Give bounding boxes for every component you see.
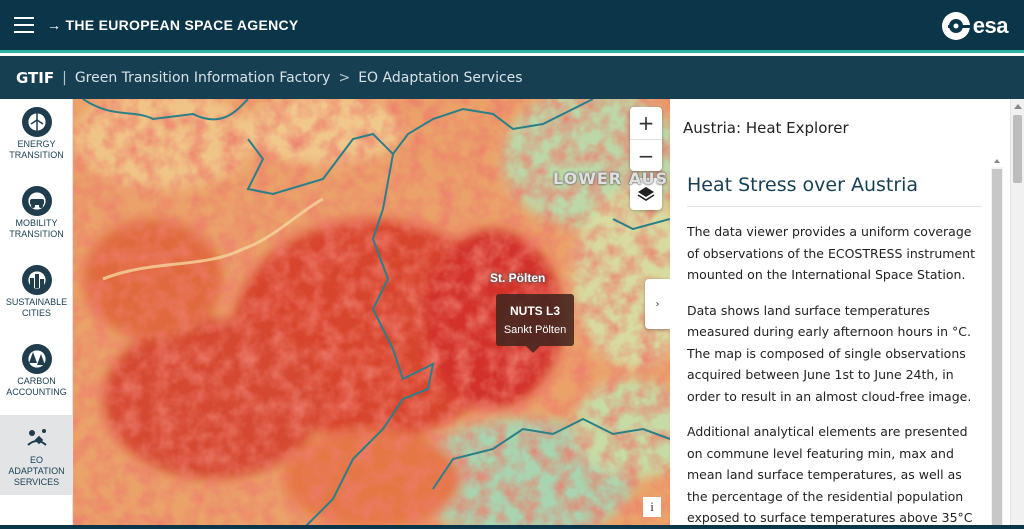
agency-link[interactable]: → THE EUROPEAN SPACE AGENCY [47, 17, 299, 33]
paragraph-1: The data viewer provides a uniform cover… [687, 224, 975, 282]
content-heading: Heat Stress over Austria [687, 174, 982, 207]
page-scrollbar[interactable] [1010, 99, 1024, 529]
heat-map-raster [73, 99, 670, 529]
tooltip-title: NUTS L3 [509, 304, 560, 318]
sidebar-item-label: CARBON ACCOUNTING [6, 376, 67, 397]
heat-map[interactable]: + − LOWER AUS St. Pölten NUTS L3 Sankt P… [73, 99, 670, 529]
sidebar-item-sustainable-cities[interactable]: SUSTAINABLE CITIES [0, 257, 73, 335]
scroll-up-icon[interactable] [994, 159, 1000, 163]
tooltip-value: Sankt Pölten [503, 324, 567, 336]
map-tooltip: NUTS L3 Sankt Pölten [496, 294, 574, 353]
paragraph-3: Additional analytical elements are prese… [687, 424, 973, 525]
hamburger-icon[interactable] [14, 17, 34, 33]
vehicles-icon [21, 186, 52, 216]
region-label: LOWER AUS [553, 169, 669, 188]
zoom-control: + − [630, 107, 662, 171]
city-icon [21, 265, 52, 295]
paragraph-2: Data shows land surface temperatures mea… [687, 302, 972, 404]
esa-logo[interactable]: esa [941, 10, 1009, 42]
breadcrumb-arrow: > [338, 69, 351, 86]
esa-logo-text: esa [972, 13, 1009, 38]
info-button[interactable]: i [643, 497, 661, 517]
scroll-thumb[interactable] [992, 169, 1002, 527]
place-label: St. Pölten [490, 271, 546, 285]
sidebar-item-energy-transition[interactable]: ENERGY TRANSITION [0, 99, 73, 177]
panel-title: Austria: Heat Explorer [683, 119, 849, 137]
breadcrumb: GTIF | Green Transition Information Fact… [0, 56, 1024, 99]
top-bar: → THE EUROPEAN SPACE AGENCY esa [0, 0, 1024, 53]
sidebar-item-label: SUSTAINABLE CITIES [5, 297, 68, 318]
esa-mark-icon [941, 12, 971, 40]
scroll-thumb[interactable] [1013, 115, 1022, 183]
sidebar: ENERGY TRANSITION MOBILITY TRANSITION SUST… [0, 99, 73, 529]
sidebar-item-label: ENERGY TRANSITION [9, 139, 64, 160]
breadcrumb-separator: | [62, 69, 67, 86]
scroll-up-icon[interactable] [1014, 104, 1022, 109]
content-scrollbar[interactable] [991, 159, 1003, 529]
sidebar-item-carbon-accounting[interactable]: CARBON ACCOUNTING [0, 336, 73, 414]
sidebar-item-mobility-transition[interactable]: MOBILITY TRANSITION [0, 178, 73, 256]
breadcrumb-section[interactable]: Green Transition Information Factory [75, 70, 331, 86]
wind-turbine-icon [21, 107, 52, 137]
zoom-out-button[interactable]: − [630, 139, 662, 171]
panel-content: Heat Stress over Austria The data viewer… [687, 174, 982, 529]
bottom-edge [0, 525, 1024, 529]
satellite-icon [22, 423, 52, 453]
breadcrumb-app[interactable]: GTIF [16, 69, 54, 87]
info-panel: Austria: Heat Explorer Heat Stress over … [670, 99, 1024, 529]
sidebar-item-label: MOBILITY TRANSITION [9, 218, 64, 239]
forest-icon [21, 344, 52, 374]
breadcrumb-page[interactable]: EO Adaptation Services [358, 70, 522, 86]
sidebar-item-eo-adaptation-services[interactable]: EO ADAPTATION SERVICES [0, 415, 73, 495]
zoom-in-button[interactable]: + [630, 107, 662, 139]
accent-stripe [0, 50, 1024, 53]
sidebar-item-label: EO ADAPTATION SERVICES [8, 455, 65, 487]
collapse-panel-button[interactable]: › [645, 279, 670, 329]
